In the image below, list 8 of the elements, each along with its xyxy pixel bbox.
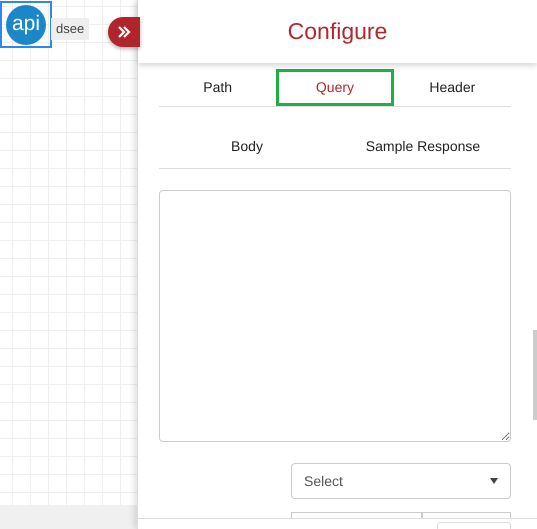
tab[interactable]: Path	[159, 69, 276, 106]
tab[interactable]: Header	[394, 69, 511, 106]
tab[interactable]: Sample Response	[335, 107, 511, 168]
panel-title: Configure	[138, 0, 537, 63]
node-caption: dsee	[51, 18, 90, 40]
tab[interactable]: Body	[159, 107, 335, 168]
tab[interactable]: Query	[276, 69, 394, 106]
select-dropdown[interactable]: Select	[291, 463, 511, 499]
